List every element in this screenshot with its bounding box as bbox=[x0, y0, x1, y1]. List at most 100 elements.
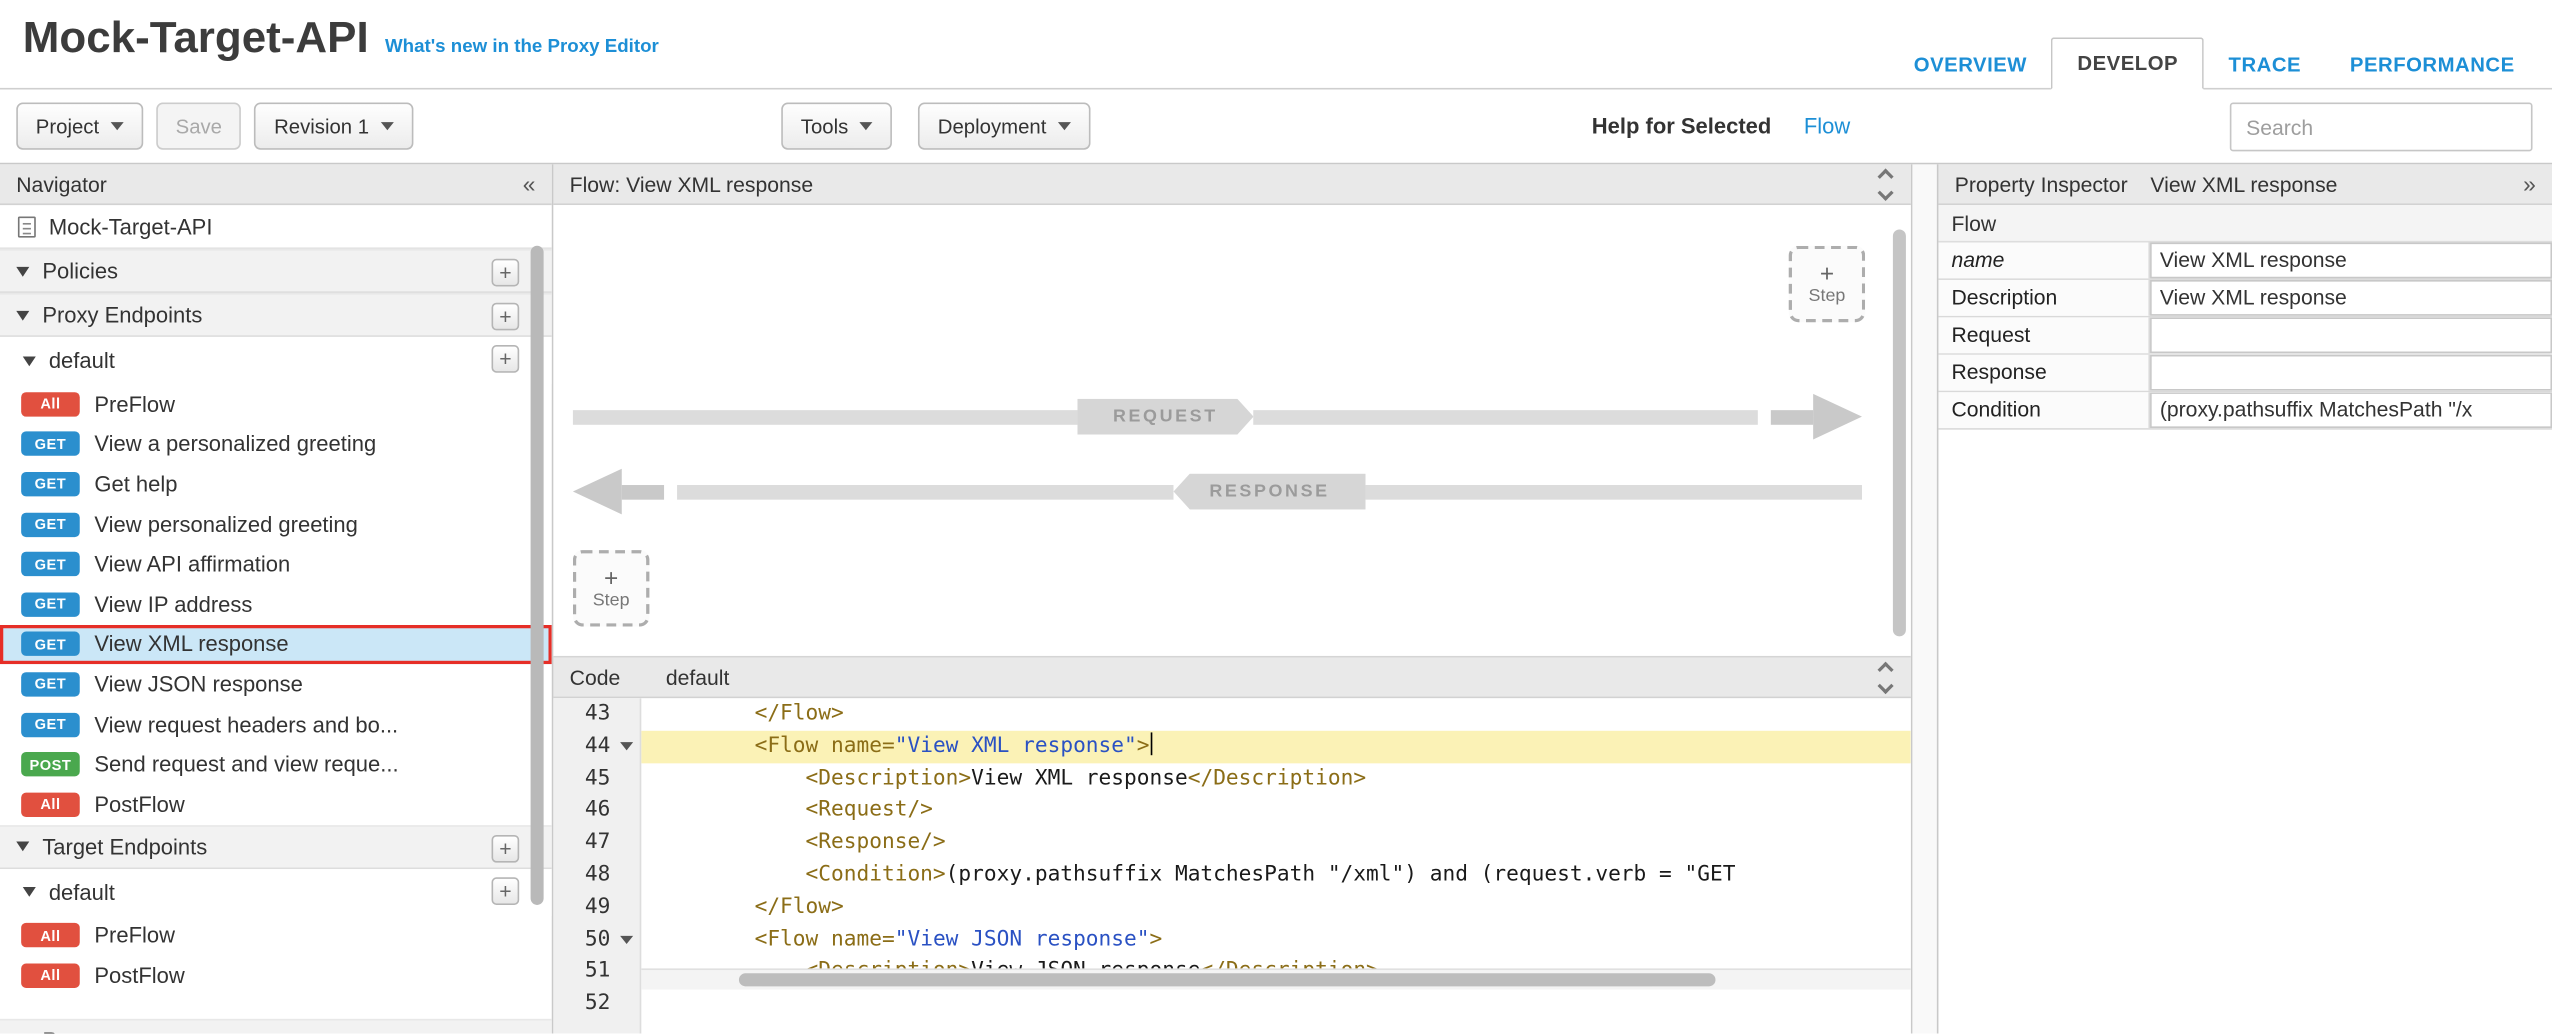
section-policies-label: Policies bbox=[42, 259, 118, 283]
add-target-flow-button[interactable]: + bbox=[492, 877, 520, 905]
property-row: name View XML response bbox=[1938, 243, 2552, 280]
arrow-right-icon bbox=[1813, 394, 1862, 440]
help-flow-link[interactable]: Flow bbox=[1804, 114, 1850, 138]
flow-row[interactable]: GET View IP address bbox=[0, 584, 552, 624]
flow-row[interactable]: All PostFlow bbox=[0, 784, 552, 824]
request-flow-line: REQUEST bbox=[573, 394, 1862, 440]
code-tab-default[interactable]: default bbox=[666, 665, 730, 689]
flow-label: View request headers and bo... bbox=[94, 712, 398, 736]
add-target-endpoint-button[interactable]: + bbox=[492, 834, 520, 862]
method-badge: GET bbox=[21, 672, 80, 696]
help-for-selected: Help for Selected Flow bbox=[1592, 114, 1850, 138]
save-button-label: Save bbox=[176, 115, 222, 138]
property-value[interactable] bbox=[2150, 317, 2552, 353]
add-step-label: Step bbox=[593, 590, 630, 610]
flow-label: PreFlow bbox=[94, 392, 175, 416]
section-proxy-endpoints-label: Proxy Endpoints bbox=[42, 303, 202, 327]
property-value[interactable]: View XML response bbox=[2150, 243, 2552, 279]
flow-row[interactable]: GET View personalized greeting bbox=[0, 504, 552, 544]
collapse-expand-icon[interactable] bbox=[1877, 660, 1895, 694]
flow-bar-segment bbox=[1254, 409, 1758, 424]
method-badge: GET bbox=[21, 512, 80, 536]
property-value[interactable]: (proxy.pathsuffix MatchesPath "/x bbox=[2150, 392, 2552, 428]
collapse-panel-icon[interactable]: « bbox=[523, 171, 536, 197]
expand-panel-icon[interactable]: » bbox=[2523, 171, 2536, 197]
chevron-down-icon bbox=[1878, 184, 1894, 200]
method-badge: GET bbox=[21, 472, 80, 496]
section-policies[interactable]: Policies + bbox=[0, 249, 552, 293]
section-resources[interactable]: Resources bbox=[0, 1018, 552, 1033]
flow-row[interactable]: POST Send request and view reque... bbox=[0, 744, 552, 784]
add-policy-button[interactable]: + bbox=[492, 259, 520, 287]
add-proxy-flow-button[interactable]: + bbox=[492, 345, 520, 373]
flow-row[interactable]: GET View API affirmation bbox=[0, 544, 552, 584]
navigator-title: Navigator bbox=[16, 172, 107, 196]
property-inspector-subtitle: View XML response bbox=[2150, 172, 2337, 196]
property-value[interactable]: View XML response bbox=[2150, 280, 2552, 316]
toolbar-left-group: Project Save Revision 1 bbox=[16, 103, 413, 150]
add-proxy-endpoint-button[interactable]: + bbox=[492, 303, 520, 331]
flow-bar-segment bbox=[1366, 484, 1862, 499]
horizontal-scrollbar-thumb[interactable] bbox=[739, 973, 1716, 986]
horizontal-scrollbar-track bbox=[641, 968, 1911, 989]
flow-bar-segment bbox=[573, 409, 1077, 424]
property-value[interactable] bbox=[2150, 355, 2552, 391]
flow-row[interactable]: GET View request headers and bo... bbox=[0, 704, 552, 744]
collapse-expand-icon[interactable] bbox=[1877, 167, 1895, 201]
flow-label: View a personalized greeting bbox=[94, 432, 376, 456]
flow-row[interactable]: All PreFlow bbox=[0, 384, 552, 424]
project-dropdown[interactable]: Project bbox=[16, 103, 143, 150]
title-row: Mock-Target-API What's new in the Proxy … bbox=[23, 13, 659, 63]
flow-row[interactable]: GET View a personalized greeting bbox=[0, 424, 552, 464]
save-button[interactable]: Save bbox=[156, 103, 241, 150]
navigator-header: Navigator « bbox=[0, 164, 552, 205]
method-badge: All bbox=[21, 923, 80, 947]
target-endpoint-default[interactable]: default + bbox=[0, 868, 552, 915]
chevron-up-icon bbox=[1878, 168, 1894, 184]
property-row: Description View XML response bbox=[1938, 280, 2552, 317]
property-inspector-panel: Property Inspector View XML response » F… bbox=[1938, 164, 2552, 1033]
code-editor[interactable]: 43444546474849505152 </Flow> <Flow name=… bbox=[553, 698, 1910, 1033]
tab-develop[interactable]: DEVELOP bbox=[2051, 37, 2204, 89]
panel-splitter[interactable] bbox=[1912, 164, 1938, 1033]
add-step-button-request[interactable]: + Step bbox=[1789, 246, 1865, 322]
flow-scrollbar[interactable] bbox=[1893, 229, 1906, 636]
deployment-dropdown[interactable]: Deployment bbox=[918, 103, 1090, 150]
method-badge: GET bbox=[21, 432, 80, 456]
add-step-button-response[interactable]: + Step bbox=[573, 550, 649, 626]
navigator-root-item[interactable]: Mock-Target-API bbox=[0, 205, 552, 249]
proxy-endpoint-default[interactable]: default + bbox=[0, 337, 552, 384]
property-inspector-header-left: Property Inspector View XML response bbox=[1955, 172, 2338, 196]
search-input[interactable] bbox=[2230, 103, 2533, 152]
section-target-endpoints[interactable]: Target Endpoints + bbox=[0, 824, 552, 868]
navigator-panel: Navigator « Mock-Target-API Policies + P… bbox=[0, 164, 553, 1033]
navigator-scrollbar[interactable] bbox=[531, 246, 544, 905]
main-area: Navigator « Mock-Target-API Policies + P… bbox=[0, 163, 2552, 1034]
inspector-section-flow: Flow bbox=[1938, 205, 2552, 242]
property-row: Response bbox=[1938, 355, 2552, 392]
app-header: Mock-Target-API What's new in the Proxy … bbox=[0, 0, 2552, 90]
triangle-down-icon bbox=[16, 266, 29, 276]
tools-dropdown[interactable]: Tools bbox=[781, 103, 892, 150]
tab-trace[interactable]: TRACE bbox=[2204, 41, 2325, 90]
code-panel-header: Code default bbox=[553, 658, 1910, 699]
revision-dropdown[interactable]: Revision 1 bbox=[255, 103, 413, 150]
flow-label: View IP address bbox=[94, 592, 252, 616]
target-endpoint-default-label: default bbox=[49, 880, 115, 904]
chevron-down-icon bbox=[1058, 122, 1071, 130]
tab-performance[interactable]: PERFORMANCE bbox=[2325, 41, 2539, 90]
arrow-tail bbox=[622, 484, 664, 499]
whats-new-link[interactable]: What's new in the Proxy Editor bbox=[385, 37, 659, 57]
method-badge: GET bbox=[21, 712, 80, 736]
tab-overview[interactable]: OVERVIEW bbox=[1889, 41, 2051, 90]
target-flow-list: All PreFlow All PostFlow bbox=[0, 916, 552, 996]
flow-row[interactable]: GET View JSON response bbox=[0, 664, 552, 704]
flow-row[interactable]: GET View XML response bbox=[0, 624, 552, 664]
flow-row[interactable]: GET Get help bbox=[0, 464, 552, 504]
triangle-down-icon bbox=[16, 310, 29, 320]
flow-label: Get help bbox=[94, 472, 177, 496]
property-row: Request bbox=[1938, 317, 2552, 354]
flow-row[interactable]: All PreFlow bbox=[0, 916, 552, 956]
section-proxy-endpoints[interactable]: Proxy Endpoints + bbox=[0, 293, 552, 337]
flow-row[interactable]: All PostFlow bbox=[0, 956, 552, 996]
